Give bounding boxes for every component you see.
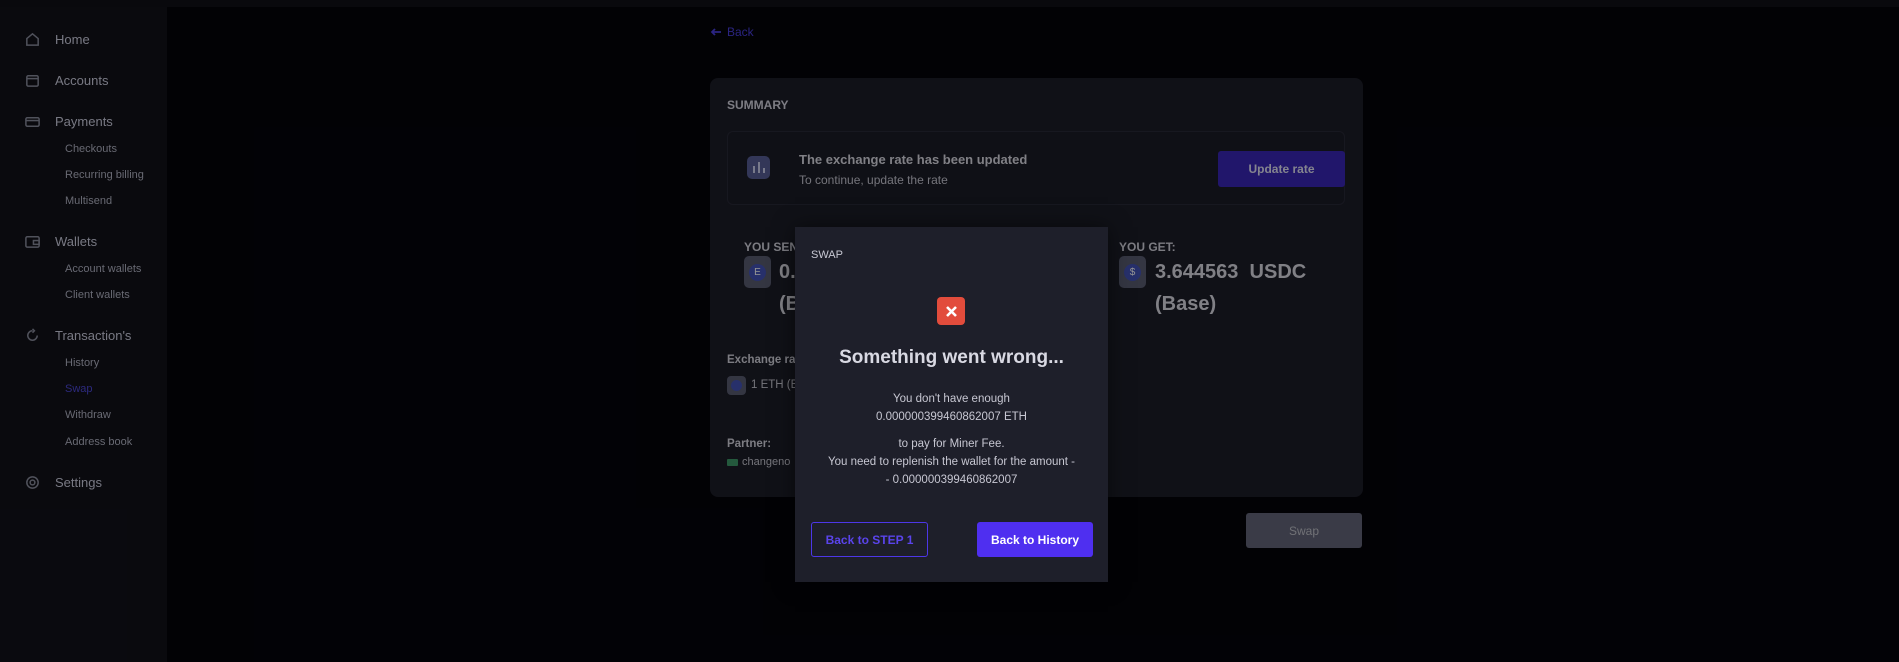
eth-small-icon <box>727 376 746 395</box>
exchange-rate-label: Exchange rat <box>727 354 800 366</box>
sidebar-item-label: Accounts <box>55 73 109 88</box>
top-strip <box>0 0 1899 7</box>
accounts-icon <box>26 75 39 87</box>
arrow-left-icon <box>710 28 721 36</box>
gear-icon <box>26 476 39 489</box>
sidebar-sub-swap[interactable]: Swap <box>65 383 93 395</box>
sidebar-item-label: Settings <box>55 475 102 490</box>
sidebar-item-label: Transaction's <box>55 328 132 343</box>
partner-logo-icon <box>727 458 738 466</box>
sidebar-item-home[interactable]: Home <box>24 31 90 48</box>
sidebar-sub-account-wallets[interactable]: Account wallets <box>65 263 141 275</box>
rate-updated-notice: The exchange rate has been updated To co… <box>727 131 1345 205</box>
partner-value: changeno <box>727 456 790 468</box>
error-modal: SWAP Something went wrong... You don't h… <box>795 227 1108 582</box>
sidebar-sub-address-book[interactable]: Address book <box>65 436 132 448</box>
you-send-amount: 0. <box>779 261 796 283</box>
modal-message-amount: - 0.000000399460862007 <box>885 474 1018 486</box>
sidebar-sub-history[interactable]: History <box>65 357 99 369</box>
sidebar-sub-withdraw[interactable]: Withdraw <box>65 409 111 421</box>
sidebar-item-label: Home <box>55 32 90 47</box>
sidebar-sub-checkouts[interactable]: Checkouts <box>65 143 117 155</box>
modal-message-line: to pay for Miner Fee. <box>898 438 1005 450</box>
you-get-network: (Base) <box>1155 293 1217 315</box>
modal-message-line: You don't have enough <box>893 393 1010 405</box>
you-get-amount: 3.644563 USDC <box>1155 261 1307 283</box>
modal-title: SWAP <box>811 249 843 261</box>
home-icon <box>26 32 39 46</box>
sidebar: Home Accounts Payments Checkouts Recurri… <box>0 7 167 662</box>
rate-notice-title: The exchange rate has been updated <box>799 152 1028 167</box>
sidebar-item-accounts[interactable]: Accounts <box>24 72 108 89</box>
sidebar-item-wallets[interactable]: Wallets <box>24 233 97 250</box>
chart-icon <box>747 156 770 179</box>
eth-coin-icon: E <box>744 256 771 288</box>
partner-label: Partner: <box>727 438 772 450</box>
modal-message-amount: 0.000000399460862007 ETH <box>876 411 1027 423</box>
you-get-label: YOU GET: <box>1119 240 1176 254</box>
exchange-rate-value: 1 ETH (B <box>751 379 799 391</box>
back-to-step-1-button[interactable]: Back to STEP 1 <box>811 522 928 557</box>
sidebar-sub-client-wallets[interactable]: Client wallets <box>65 289 130 301</box>
sidebar-item-transactions[interactable]: Transaction's <box>24 327 131 344</box>
wallet-icon <box>25 236 40 248</box>
refresh-icon <box>27 328 38 341</box>
card-icon <box>25 116 40 127</box>
back-label: Back <box>727 25 754 39</box>
sidebar-item-label: Payments <box>55 114 113 129</box>
usdc-coin-icon: $ <box>1119 256 1146 288</box>
back-link[interactable]: Back <box>710 25 754 39</box>
sidebar-item-settings[interactable]: Settings <box>24 474 102 491</box>
sidebar-item-payments[interactable]: Payments <box>24 113 113 130</box>
close-icon <box>937 297 965 325</box>
modal-heading: Something went wrong... <box>839 347 1064 368</box>
modal-message-line: You need to replenish the wallet for the… <box>828 456 1075 468</box>
sidebar-sub-recurring-billing[interactable]: Recurring billing <box>65 169 144 181</box>
swap-button[interactable]: Swap <box>1246 513 1362 548</box>
summary-title: SUMMARY <box>727 98 789 112</box>
sidebar-sub-multisend[interactable]: Multisend <box>65 195 112 207</box>
back-to-history-button[interactable]: Back to History <box>977 522 1093 557</box>
rate-notice-subtitle: To continue, update the rate <box>799 173 948 187</box>
sidebar-item-label: Wallets <box>55 234 98 249</box>
update-rate-button[interactable]: Update rate <box>1218 151 1345 187</box>
